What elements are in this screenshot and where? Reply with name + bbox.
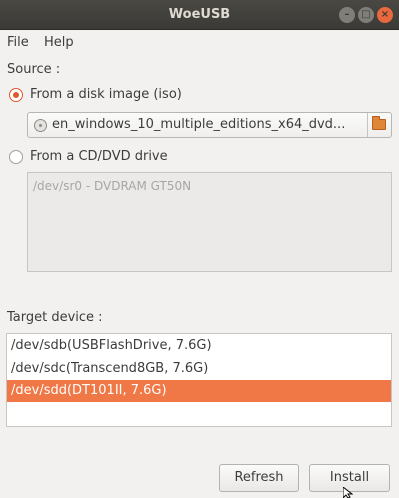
disk-image-radio[interactable]: [9, 88, 23, 102]
minimize-icon[interactable]: –: [339, 7, 355, 23]
folder-icon[interactable]: [372, 116, 386, 130]
menu-file[interactable]: File: [7, 35, 29, 50]
maximize-icon[interactable]: □: [358, 7, 374, 23]
target-device-item-selected[interactable]: /dev/sdd(DT101II, 7.6G): [7, 380, 391, 402]
disk-image-radio-label[interactable]: From a disk image (iso): [30, 87, 182, 102]
target-device-item[interactable]: /dev/sdc(Transcend8GB, 7.6G): [7, 358, 391, 380]
menu-bar: File Help: [0, 30, 399, 54]
cd-drive-radio[interactable]: [9, 150, 23, 164]
target-device-list[interactable]: /dev/sdb(USBFlashDrive, 7.6G) /dev/sdc(T…: [6, 333, 392, 427]
menu-help[interactable]: Help: [44, 35, 74, 50]
cd-drive-radio-label[interactable]: From a CD/DVD drive: [30, 149, 168, 164]
iso-file-name: en_windows_10_multiple_editions_x64_dvd.…: [52, 117, 346, 132]
list-item: /dev/sr0 - DVDRAM GT50N: [33, 179, 192, 193]
cd-drive-list: /dev/sr0 - DVDRAM GT50N: [27, 172, 392, 272]
target-device-label: Target device :: [7, 310, 103, 325]
file-chooser-separator: [367, 113, 368, 137]
close-icon[interactable]: ×: [377, 7, 393, 23]
target-device-item[interactable]: /dev/sdb(USBFlashDrive, 7.6G): [7, 335, 391, 357]
title-bar: WoeUSB – □ ×: [0, 0, 399, 30]
refresh-button[interactable]: Refresh: [219, 464, 299, 492]
mouse-cursor-icon: [343, 487, 353, 498]
iso-file-chooser[interactable]: en_windows_10_multiple_editions_x64_dvd.…: [27, 112, 392, 138]
disc-icon: [34, 119, 47, 132]
source-label: Source :: [7, 62, 61, 77]
